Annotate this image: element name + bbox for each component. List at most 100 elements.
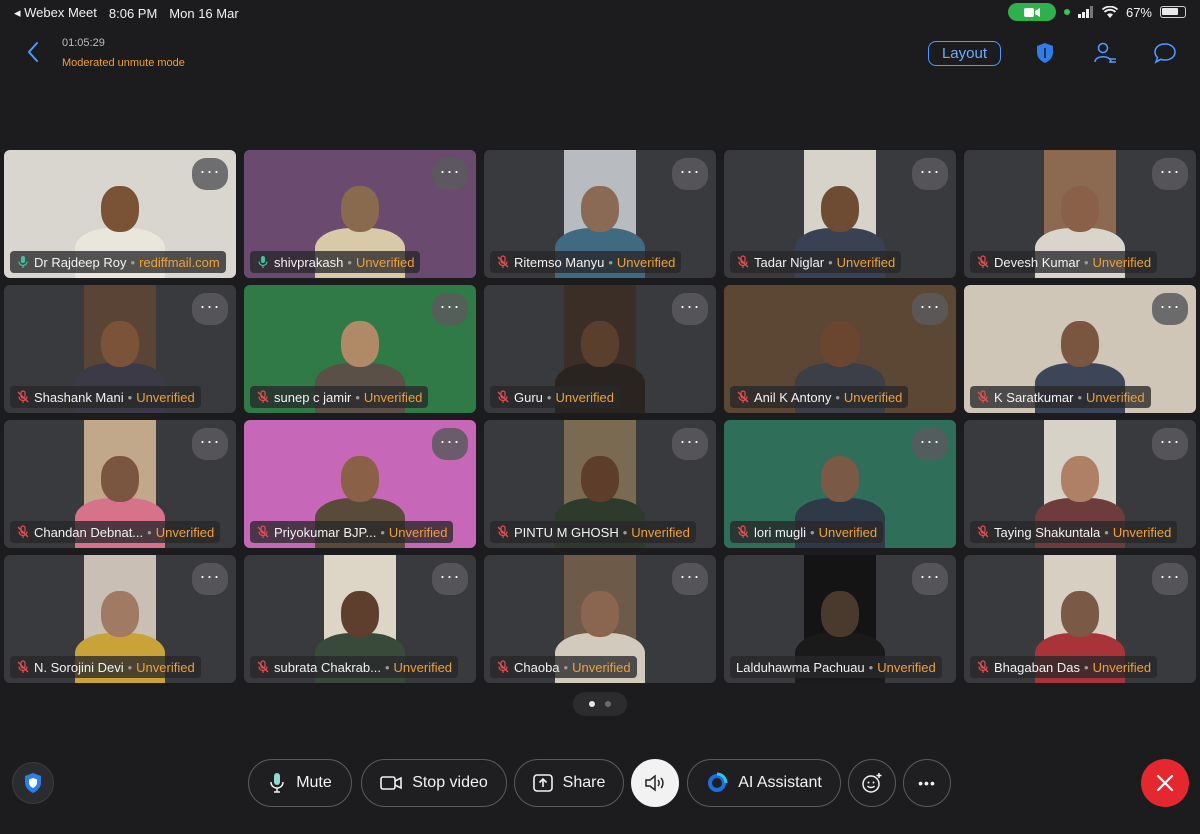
participant-more-button[interactable]: ···	[192, 293, 228, 325]
participant-name-tag: Lalduhawma Pachuau • Unverified	[730, 656, 942, 678]
verification-tag: Unverified	[555, 389, 614, 405]
meeting-duration: 01:05:29	[62, 37, 105, 49]
participant-more-button[interactable]: ···	[1152, 563, 1188, 595]
participant-more-button[interactable]: ···	[1152, 158, 1188, 190]
page-indicator[interactable]	[573, 692, 627, 716]
stop-video-button[interactable]: Stop video	[361, 759, 507, 807]
participant-more-button[interactable]: ···	[672, 293, 708, 325]
verification-tag: Unverified	[1092, 254, 1152, 270]
participant-name-tag: Bhagaban Das • Unverified	[970, 656, 1158, 678]
participant-more-button[interactable]: ···	[672, 158, 708, 190]
participant-more-button[interactable]: ···	[432, 428, 468, 460]
participant-tile[interactable]: ··· Devesh Kumar • Unverified	[964, 150, 1196, 278]
participant-tile[interactable]: ··· subrata Chakrab... • Unverified	[244, 555, 476, 683]
participant-face	[341, 590, 379, 637]
separator-dot: •	[1083, 254, 1089, 270]
mic-muted-icon	[977, 390, 989, 403]
mic-on-icon	[18, 256, 28, 268]
participant-name-tag: Taying Shakuntala • Unverified	[970, 521, 1178, 543]
verification-tag: Unverified	[363, 389, 423, 405]
mic-muted-icon	[17, 390, 29, 403]
participant-more-button[interactable]: ···	[912, 428, 948, 460]
layout-button[interactable]: Layout	[928, 41, 1001, 66]
participant-tile[interactable]: ··· K Saratkumar • Unverified	[964, 285, 1196, 413]
back-to-app-link[interactable]: ◂ Webex Meet	[14, 5, 97, 21]
participant-tile[interactable]: ··· PINTU M GHOSH • Unverified	[484, 420, 716, 548]
participant-name-tag: Devesh Kumar • Unverified	[970, 251, 1158, 273]
participant-tile[interactable]: ··· Dr Rajdeep Roy • rediffmail.com	[4, 150, 236, 278]
participant-tile[interactable]: ··· Priyokumar BJP... • Unverified	[244, 420, 476, 548]
participant-name: Ritemso Manyu	[514, 254, 605, 270]
participant-tile[interactable]: ··· Taying Shakuntala • Unverified	[964, 420, 1196, 548]
participant-tile[interactable]: ··· Chandan Debnat... • Unverified	[4, 420, 236, 548]
participant-tile[interactable]: ··· N. Sorojini Devi • Unverified	[4, 555, 236, 683]
page-dot-1[interactable]	[589, 701, 595, 707]
separator-dot: •	[622, 524, 628, 540]
participant-more-button[interactable]: ···	[432, 158, 468, 190]
participant-more-button[interactable]: ···	[432, 563, 468, 595]
mic-muted-icon	[497, 660, 509, 673]
participant-more-button[interactable]: ···	[1152, 428, 1188, 460]
page-dot-2[interactable]	[605, 701, 611, 707]
stop-video-label: Stop video	[412, 774, 488, 791]
verification-tag: Unverified	[631, 524, 690, 540]
reactions-button[interactable]	[848, 759, 896, 807]
participant-more-button[interactable]: ···	[192, 428, 228, 460]
participant-tile[interactable]: ··· Lalduhawma Pachuau • Unverified	[724, 555, 956, 683]
verification-tag: Unverified	[818, 524, 878, 540]
participant-tile[interactable]: ··· shivprakash • Unverified	[244, 150, 476, 278]
participant-more-button[interactable]: ···	[432, 293, 468, 325]
participant-face	[1061, 590, 1099, 637]
separator-dot: •	[1077, 389, 1083, 405]
end-call-button[interactable]	[1141, 759, 1189, 807]
participant-tile[interactable]: ··· Anil K Antony • Unverified	[724, 285, 956, 413]
separator-dot: •	[810, 524, 815, 540]
close-icon	[1156, 774, 1174, 792]
participant-more-button[interactable]: ···	[192, 563, 228, 595]
participant-tile[interactable]: ··· sunep c jamir • Unverified	[244, 285, 476, 413]
verification-tag: Unverified	[393, 659, 453, 675]
participant-more-button[interactable]: ···	[912, 158, 948, 190]
participant-tile[interactable]: ··· Chaoba • Unverified	[484, 555, 716, 683]
separator-dot: •	[563, 659, 569, 675]
participant-more-button[interactable]: ···	[672, 563, 708, 595]
participant-tile[interactable]: ··· Shashank Mani • Unverified	[4, 285, 236, 413]
participants-icon[interactable]	[1092, 40, 1118, 66]
participant-name: Guru	[514, 389, 543, 405]
mic-in-use-indicator	[1063, 9, 1070, 15]
participant-more-button[interactable]: ···	[912, 293, 948, 325]
more-options-button[interactable]: •••	[903, 759, 951, 807]
mute-button[interactable]: Mute	[248, 759, 352, 807]
mute-label: Mute	[296, 774, 332, 791]
share-button[interactable]: Share	[514, 759, 624, 807]
ai-assistant-button[interactable]: AI Assistant	[687, 759, 841, 807]
participant-tile[interactable]: ··· lori mugli • Unverified	[724, 420, 956, 548]
separator-dot: •	[380, 524, 385, 540]
participant-more-button[interactable]: ···	[192, 158, 228, 190]
participant-tile[interactable]: ··· Ritemso Manyu • Unverified	[484, 150, 716, 278]
verification-tag: Unverified	[355, 254, 415, 270]
participant-name-tag: Chandan Debnat... • Unverified	[10, 521, 221, 543]
participant-face	[341, 320, 379, 367]
participant-tile[interactable]: ··· Tadar Niglar • Unverified	[724, 150, 956, 278]
audio-output-button[interactable]	[631, 759, 679, 807]
participant-grid: ··· Dr Rajdeep Roy • rediffmail.com ··· shivp…	[4, 150, 1196, 683]
participant-name: N. Sorojini Devi	[34, 659, 124, 675]
separator-dot: •	[147, 524, 152, 540]
participant-tile[interactable]: ··· Bhagaban Das • Unverified	[964, 555, 1196, 683]
mic-muted-icon	[257, 390, 269, 403]
participant-more-button[interactable]: ···	[912, 563, 948, 595]
security-shield-icon[interactable]	[1032, 40, 1058, 66]
participant-more-button[interactable]: ···	[672, 428, 708, 460]
back-chevron-icon[interactable]	[22, 40, 46, 64]
participant-name: Lalduhawma Pachuau	[736, 659, 865, 675]
verification-tag: Unverified	[136, 659, 195, 675]
verification-tag: Unverified	[136, 389, 195, 405]
participant-more-button[interactable]: ···	[1152, 293, 1188, 325]
speaker-icon	[645, 774, 664, 792]
battery-percent: 67%	[1125, 4, 1152, 20]
participant-tile[interactable]: ··· Guru • Unverified	[484, 285, 716, 413]
webex-security-button[interactable]	[12, 762, 54, 804]
chat-icon[interactable]	[1152, 40, 1178, 66]
participant-name-tag: Shashank Mani • Unverified	[10, 386, 201, 408]
